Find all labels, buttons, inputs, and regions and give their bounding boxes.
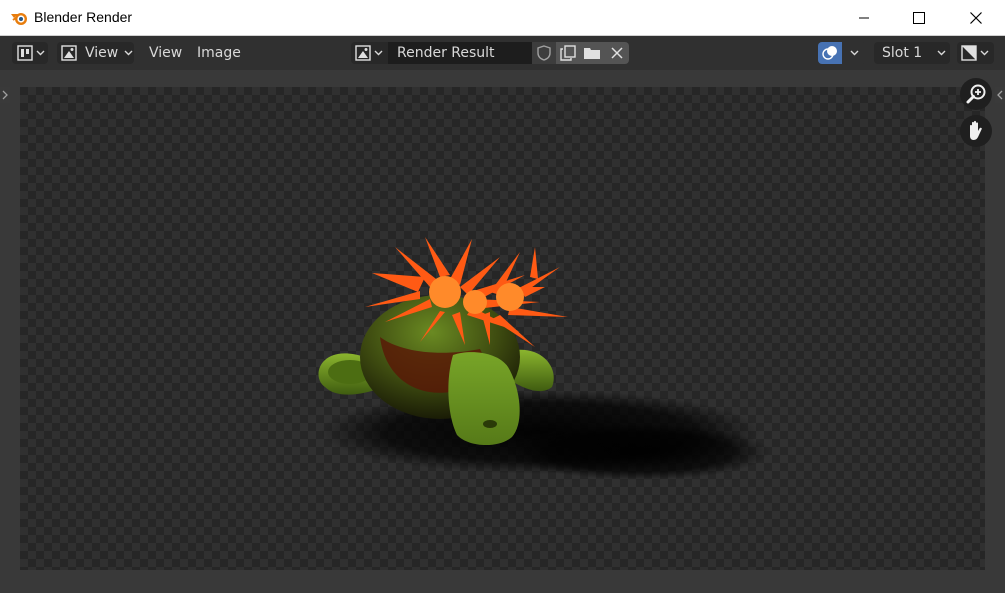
display-channels-icon (961, 45, 977, 61)
display-channels-dropdown[interactable] (957, 42, 994, 64)
chevron-down-icon (980, 50, 989, 56)
minimize-button[interactable] (841, 0, 887, 36)
image-viewport[interactable] (0, 70, 1005, 593)
render-result-image[interactable] (20, 87, 985, 570)
close-icon (610, 47, 623, 59)
overlay-toggle[interactable] (818, 42, 866, 64)
window-title: Blender Render (34, 9, 133, 25)
menu-view[interactable]: View (149, 43, 182, 63)
slot-label: Slot 1 (882, 45, 923, 61)
editor-type-button[interactable] (12, 42, 48, 64)
chevron-down-icon (374, 50, 383, 56)
blender-logo-icon (11, 13, 27, 25)
image-editor-icon (17, 45, 33, 61)
zoom-button[interactable] (960, 78, 992, 110)
window-title-bar[interactable]: Blender Render (0, 0, 1005, 36)
hand-icon (970, 120, 982, 140)
minimize-icon (859, 17, 869, 19)
image-editor-header: View View Image Render Result Slot 1 (0, 36, 1005, 70)
chevron-down-icon (124, 50, 133, 56)
view-mode-label: View (85, 45, 119, 61)
overlay-icon (822, 46, 837, 60)
sidebar-expand-arrow[interactable] (995, 87, 1005, 103)
overlay-toggle-active[interactable] (818, 42, 842, 64)
maximize-icon (913, 12, 925, 24)
folder-icon (584, 48, 600, 59)
close-icon (970, 12, 982, 24)
maximize-button[interactable] (896, 0, 942, 36)
zoom-icon (966, 84, 986, 104)
open-image-button[interactable] (580, 42, 604, 64)
chevron-left-icon (997, 90, 1003, 100)
duplicate-image-button[interactable] (556, 42, 580, 64)
slot-dropdown[interactable]: Slot 1 (874, 42, 950, 64)
image-browse-button[interactable] (351, 42, 388, 64)
fake-user-button[interactable] (532, 42, 556, 64)
duplicate-icon (560, 45, 576, 61)
image-view-icon (61, 45, 77, 61)
close-window-button[interactable] (953, 0, 999, 36)
render-image (318, 237, 770, 480)
pan-button[interactable] (960, 115, 992, 147)
image-browse-icon (355, 45, 371, 61)
image-name-field[interactable]: Render Result (388, 42, 532, 64)
menu-image[interactable]: Image (197, 43, 241, 63)
chevron-down-icon (850, 50, 859, 56)
chevron-down-icon (937, 50, 946, 56)
view-mode-dropdown[interactable]: View (57, 42, 134, 64)
toolbar-expand-arrow[interactable] (0, 87, 10, 103)
unlink-image-button[interactable] (604, 42, 629, 64)
chevron-right-icon (2, 90, 8, 100)
shield-icon (537, 45, 551, 61)
chevron-down-icon (36, 50, 45, 56)
